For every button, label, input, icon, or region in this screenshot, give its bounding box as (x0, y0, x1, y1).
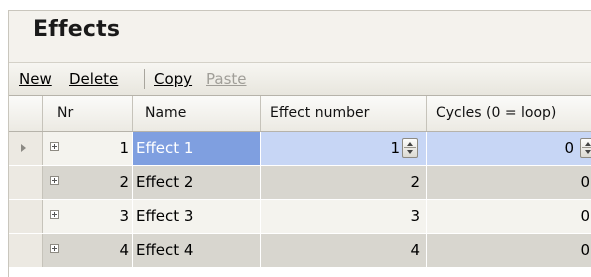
table-row[interactable]: 3 Effect 3 3 0 (9, 200, 591, 234)
nr-value: 3 (119, 207, 129, 225)
cycles-cell[interactable]: 0 (427, 132, 591, 165)
up-down-spinner-icon[interactable] (402, 138, 418, 158)
column-header-cycles[interactable]: Cycles (0 = loop) (427, 96, 591, 131)
delete-button[interactable]: Delete (69, 70, 118, 88)
column-header-name[interactable]: Name (133, 96, 261, 131)
nr-cell[interactable]: 3 (43, 200, 133, 233)
new-button[interactable]: New (19, 70, 52, 88)
effect-number-cell[interactable]: 4 (261, 234, 427, 267)
cycles-cell[interactable]: 0 (427, 200, 591, 233)
new-button-label: New (19, 70, 52, 88)
name-cell[interactable]: Effect 1 (133, 132, 261, 165)
row-indicator[interactable] (9, 132, 43, 165)
plus-box-icon[interactable] (50, 210, 59, 219)
cycles-cell[interactable]: 0 (427, 234, 591, 267)
plus-box-icon[interactable] (50, 244, 59, 253)
delete-button-label: Delete (69, 70, 119, 88)
effect-number-cell[interactable]: 3 (261, 200, 427, 233)
header-indicator-cell (9, 96, 43, 131)
nr-value: 1 (119, 139, 129, 157)
name-cell[interactable]: Effect 2 (133, 166, 261, 199)
table-row[interactable]: 1 Effect 1 1 0 (9, 132, 591, 166)
nr-value: 2 (119, 173, 129, 191)
plus-box-icon[interactable] (50, 176, 59, 185)
triangle-right-icon (21, 144, 26, 152)
name-cell[interactable]: Effect 3 (133, 200, 261, 233)
row-indicator[interactable] (9, 200, 43, 233)
name-cell[interactable]: Effect 4 (133, 234, 261, 267)
row-indicator[interactable] (9, 234, 43, 267)
grid-header: Nr Name Effect number Cycles (0 = loop) (9, 96, 591, 132)
nr-value: 4 (119, 241, 129, 259)
effects-grid: Nr Name Effect number Cycles (0 = loop) … (9, 95, 591, 277)
page-title: Effects (33, 17, 121, 42)
column-header-nr[interactable]: Nr (43, 96, 133, 131)
paste-button[interactable]: Paste (206, 70, 247, 88)
paste-button-label: Paste (206, 70, 247, 88)
copy-button[interactable]: Copy (154, 70, 192, 88)
table-row[interactable]: 2 Effect 2 2 0 (9, 166, 591, 200)
nr-cell[interactable]: 4 (43, 234, 133, 267)
up-down-spinner-icon[interactable] (580, 138, 591, 158)
nr-cell[interactable]: 1 (43, 132, 133, 165)
plus-box-icon[interactable] (50, 142, 59, 151)
row-indicator[interactable] (9, 166, 43, 199)
nr-cell[interactable]: 2 (43, 166, 133, 199)
column-header-effect-number[interactable]: Effect number (261, 96, 427, 131)
table-row[interactable]: 4 Effect 4 4 0 (9, 234, 591, 268)
toolbar: New Delete Copy Paste (9, 62, 591, 96)
toolbar-separator (144, 69, 145, 89)
effect-number-cell[interactable]: 2 (261, 166, 427, 199)
copy-button-label: Copy (154, 70, 193, 88)
cycles-cell[interactable]: 0 (427, 166, 591, 199)
effects-panel: Effects New Delete Copy Paste Nr Name Ef… (8, 10, 591, 277)
